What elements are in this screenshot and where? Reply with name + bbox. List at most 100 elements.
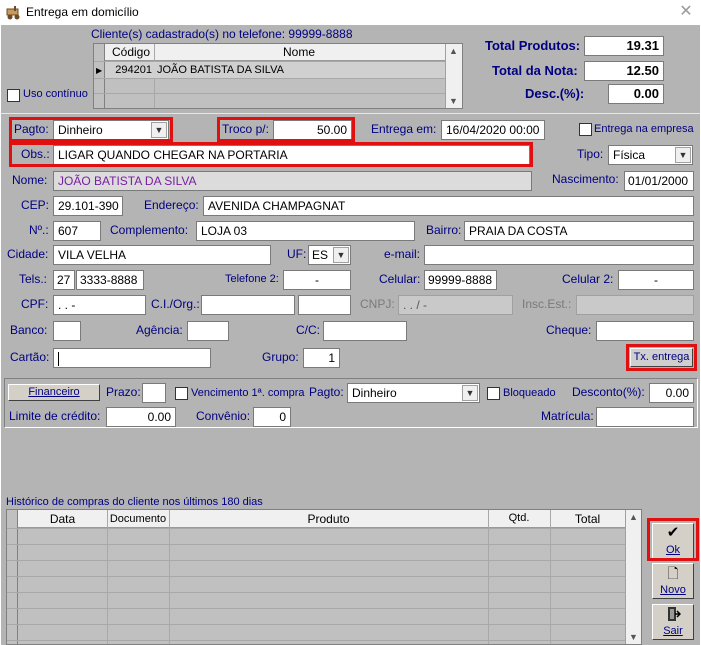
nascimento-label: Nascimento: (552, 172, 619, 186)
numero-field[interactable]: 607 (53, 221, 101, 241)
total-produtos-field: 19.31 (584, 36, 664, 56)
vencimento-checkbox[interactable] (175, 387, 188, 400)
tel-field[interactable]: 3333-8888 (76, 270, 144, 290)
desc-label: Desc.(%): (525, 86, 585, 101)
uf-label: UF: (287, 247, 307, 261)
financeiro-button[interactable]: Financeiro (8, 384, 100, 401)
uf-select[interactable]: ES ▼ (308, 245, 351, 265)
col-qtd: Qtd. (508, 512, 530, 524)
col-produto: Produto (307, 512, 350, 526)
bairro-field[interactable]: PRAIA DA COSTA (464, 221, 694, 241)
limite-field[interactable]: 0.00 (106, 407, 176, 427)
row-pointer-icon: ▶ (96, 66, 103, 75)
col-data: Data (49, 512, 76, 526)
chevron-up-icon[interactable]: ▲ (449, 46, 458, 56)
exit-door-icon (653, 605, 693, 623)
agencia-field[interactable] (187, 321, 229, 341)
cep-field[interactable]: 29.101-390 (53, 196, 123, 216)
email-label: e-mail: (384, 247, 421, 261)
highlight-ok (647, 518, 699, 561)
cidade-field[interactable]: VILA VELHA (53, 245, 271, 265)
col-documento: Documento (109, 513, 167, 525)
fin-pagto-value: Dinheiro (352, 386, 397, 400)
grupo-label: Grupo: (262, 350, 299, 364)
celular-field[interactable]: 99999-8888 (424, 270, 497, 290)
celular2-field[interactable]: - (618, 270, 694, 290)
prazo-field[interactable] (142, 383, 166, 403)
clients-grid: Código Nome ▶ 294201 JOÃO BATISTA DA SIL… (93, 43, 463, 109)
tipo-label: Tipo: (577, 147, 604, 161)
grupo-field[interactable]: 1 (303, 348, 340, 368)
clients-scrollbar[interactable]: ▲ ▼ (445, 44, 462, 108)
limite-label: Limite de crédito: (9, 409, 101, 423)
dialog-body: Cliente(s) cadastrado(s) no telefone: 99… (1, 25, 700, 645)
email-field[interactable] (424, 245, 694, 265)
matricula-field[interactable] (596, 407, 694, 427)
history-scrollbar[interactable]: ▲ ▼ (625, 510, 641, 644)
chevron-down-icon[interactable]: ▼ (629, 632, 638, 642)
novo-button[interactable]: 🗋 Novo (652, 563, 694, 599)
endereco-label: Endereço: (144, 198, 199, 212)
entrega-empresa-label: Entrega na empresa (594, 123, 694, 135)
desconto-field[interactable]: 0.00 (649, 383, 694, 403)
cpf-label: CPF: (21, 297, 49, 311)
cc-label: C/C: (296, 323, 320, 337)
convenio-field[interactable]: 0 (253, 407, 291, 427)
chevron-down-icon[interactable]: ▼ (675, 147, 691, 163)
entrega-field[interactable]: 16/04/2020 00:00 (441, 120, 545, 140)
client-name: JOÃO BATISTA DA SILVA (157, 64, 284, 76)
ci-org-field[interactable] (298, 295, 351, 315)
banco-label: Banco: (10, 323, 48, 337)
highlight-troco (217, 117, 355, 142)
celular2-label: Celular 2: (562, 272, 614, 286)
tels-label: Tels.: (19, 272, 48, 286)
ci-field[interactable] (201, 295, 295, 315)
chevron-down-icon[interactable]: ▼ (462, 385, 478, 401)
cheque-field[interactable] (596, 321, 694, 341)
close-icon[interactable]: ✕ (676, 2, 696, 22)
col-nome: Nome (282, 45, 315, 59)
tel2-label: Telefone 2: (225, 273, 279, 285)
entrega-empresa-checkbox[interactable] (579, 123, 592, 136)
text-cursor (58, 351, 59, 366)
desc-field[interactable]: 0.00 (608, 84, 664, 104)
cartao-field[interactable] (53, 348, 211, 368)
cartao-label: Cartão: (10, 350, 50, 364)
bloqueado-checkbox[interactable] (487, 387, 500, 400)
fin-pagto-select[interactable]: Dinheiro ▼ (347, 383, 480, 403)
fin-pagto-label: Pagto: (309, 385, 344, 399)
chevron-down-icon[interactable]: ▼ (333, 247, 349, 263)
sair-button[interactable]: Sair (652, 604, 694, 640)
history-grid: Data Documento Produto Qtd. Total ▲ ▼ (6, 509, 642, 645)
tel2-field[interactable]: - (283, 270, 351, 290)
chevron-down-icon[interactable]: ▼ (449, 96, 458, 106)
app-icon (5, 5, 21, 21)
col-codigo: Código (111, 45, 151, 59)
total-produtos-label: Total Produtos: (485, 38, 581, 53)
title-bar: Entrega em domicílio ✕ (0, 0, 701, 25)
cnpj-field[interactable]: . . / - (398, 295, 513, 315)
complemento-field[interactable]: LOJA 03 (196, 221, 415, 241)
bairro-label: Bairro: (426, 223, 462, 237)
nome-field[interactable]: JOÃO BATISTA DA SILVA (53, 171, 532, 191)
prazo-label: Prazo: (106, 385, 141, 399)
chevron-up-icon[interactable]: ▲ (629, 512, 638, 522)
total-nota-field: 12.50 (584, 61, 664, 81)
ddd-field[interactable]: 27 (53, 270, 75, 290)
banco-field[interactable] (53, 321, 81, 341)
bloqueado-label: Bloqueado (503, 387, 556, 399)
complemento-label: Complemento: (110, 223, 189, 237)
uso-continuo-label: Uso contínuo (23, 88, 88, 100)
numero-label: Nº.: (29, 223, 49, 237)
endereco-field[interactable]: AVENIDA CHAMPAGNAT (203, 196, 694, 216)
cpf-field[interactable]: . . - (53, 295, 146, 315)
agencia-label: Agência: (136, 323, 183, 337)
cnpj-label: CNPJ: (360, 297, 395, 311)
nome-label: Nome: (12, 173, 48, 187)
convenio-label: Convênio: (196, 409, 251, 423)
cc-field[interactable] (323, 321, 407, 341)
uso-continuo-checkbox[interactable] (7, 89, 20, 102)
tipo-select[interactable]: Física ▼ (608, 145, 693, 165)
nascimento-field[interactable]: 01/01/2000 (624, 171, 694, 191)
insc-field[interactable] (576, 295, 694, 315)
